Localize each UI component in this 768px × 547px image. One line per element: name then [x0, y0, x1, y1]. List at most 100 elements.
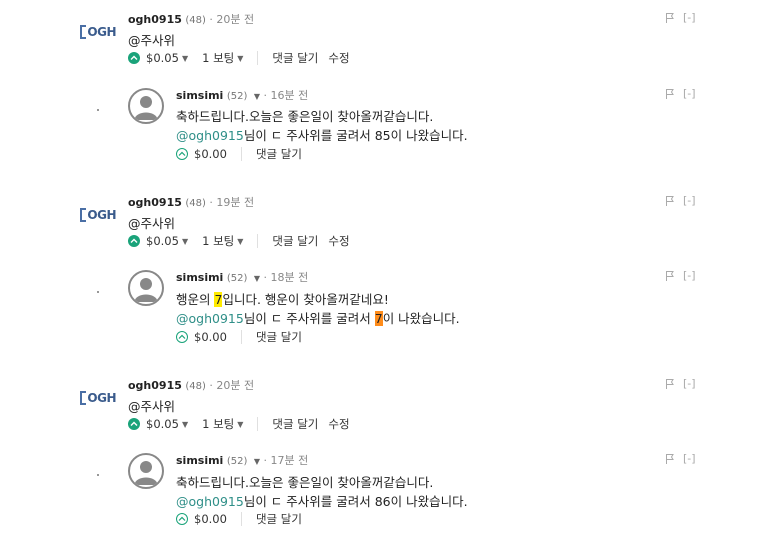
timestamp[interactable]: · 17분 전: [264, 454, 309, 467]
chevron-down-icon[interactable]: ▼: [254, 274, 260, 283]
reply-actions: $0.00 댓글 달기: [176, 329, 302, 345]
timestamp[interactable]: · 20분 전: [209, 13, 254, 26]
chevron-down-icon[interactable]: ▼: [254, 457, 260, 466]
chevron-down-icon[interactable]: ▼: [182, 237, 188, 246]
dice-result: 7: [374, 311, 383, 326]
reply-button[interactable]: 댓글 달기: [272, 416, 318, 432]
reputation: (52): [226, 91, 248, 102]
reply-button[interactable]: 댓글 달기: [272, 233, 318, 249]
vote-count[interactable]: 1 보팅: [202, 416, 234, 432]
edit-button[interactable]: 수정: [328, 416, 349, 432]
mention-link[interactable]: @ogh0915: [176, 128, 244, 143]
reply-body-line: 축하드립니다.오늘은 좋은일이 찾아올꺼같습니다.: [176, 109, 434, 124]
comment-body: @주사위: [128, 399, 176, 414]
upvote-icon[interactable]: [176, 148, 188, 160]
payout-value[interactable]: $0.05: [146, 234, 179, 248]
comment-body: @주사위: [128, 216, 176, 231]
comment-actions: $0.05 ▼ 1 보팅 ▼ 댓글 달기 수정: [128, 233, 350, 249]
user-logo[interactable]: OGH: [80, 389, 116, 407]
reply-button[interactable]: 댓글 달기: [256, 146, 302, 162]
flag-icon[interactable]: [665, 88, 675, 100]
reply-text: 행운의: [176, 292, 215, 307]
avatar[interactable]: [128, 88, 164, 124]
upvote-icon[interactable]: [128, 418, 140, 430]
vote-count[interactable]: 1 보팅: [202, 50, 234, 66]
reply-button[interactable]: 댓글 달기: [256, 511, 302, 527]
username[interactable]: ogh0915: [128, 196, 182, 209]
comment-actions: $0.05 ▼ 1 보팅 ▼ 댓글 달기 수정: [128, 416, 350, 432]
username[interactable]: ogh0915: [128, 13, 182, 26]
divider: [240, 512, 242, 526]
reply-button[interactable]: 댓글 달기: [256, 329, 302, 345]
reply-text: 님이 ㄷ 주사위를 굴려서: [243, 311, 375, 326]
divider: [240, 147, 242, 161]
payout-value[interactable]: $0.00: [194, 147, 227, 161]
flag-icon[interactable]: [665, 270, 675, 282]
logo-text: OGH: [87, 25, 116, 39]
upvote-icon[interactable]: [176, 513, 188, 525]
flag-icon[interactable]: [665, 378, 675, 390]
collapse-button[interactable]: [-]: [683, 377, 696, 390]
user-silhouette-icon: [134, 461, 158, 485]
reply-button[interactable]: 댓글 달기: [272, 50, 318, 66]
edit-button[interactable]: 수정: [328, 50, 349, 66]
payout-value[interactable]: $0.05: [146, 417, 179, 431]
chevron-down-icon[interactable]: ▼: [237, 237, 243, 246]
timestamp[interactable]: · 16분 전: [264, 89, 309, 102]
timestamp[interactable]: · 18분 전: [264, 271, 309, 284]
user-logo[interactable]: OGH: [80, 206, 116, 224]
reputation: (52): [226, 273, 248, 284]
chevron-down-icon[interactable]: ▼: [237, 54, 243, 63]
chevron-down-icon[interactable]: ▼: [182, 54, 188, 63]
flag-icon[interactable]: [665, 453, 675, 465]
divider: [240, 330, 242, 344]
collapse-button[interactable]: [-]: [683, 87, 696, 100]
user-silhouette-icon: [134, 96, 158, 120]
collapse-button[interactable]: [-]: [683, 11, 696, 24]
chevron-down-icon[interactable]: ▼: [237, 420, 243, 429]
comment-meta: ogh0915 (48) · 19분 전: [128, 194, 254, 210]
username[interactable]: simsimi: [176, 89, 223, 102]
username[interactable]: ogh0915: [128, 379, 182, 392]
collapse-button[interactable]: [-]: [683, 194, 696, 207]
username[interactable]: simsimi: [176, 454, 223, 467]
user-logo[interactable]: OGH: [80, 23, 116, 41]
avatar[interactable]: [128, 453, 164, 489]
reply-body-line: 행운의 7입니다. 행운이 찾아올꺼같네요!: [176, 289, 389, 308]
logo-mark-icon: [80, 25, 87, 39]
flag-icon[interactable]: [665, 12, 675, 24]
timestamp[interactable]: · 20분 전: [209, 379, 254, 392]
thread-dot: [97, 109, 99, 111]
flag-icon[interactable]: [665, 195, 675, 207]
reputation: (48): [185, 381, 206, 392]
thread-dot: [97, 291, 99, 293]
vote-count[interactable]: 1 보팅: [202, 233, 234, 249]
collapse-button[interactable]: [-]: [683, 452, 696, 465]
reply-meta: simsimi (52) ▼ · 18분 전: [176, 269, 308, 285]
logo-text: OGH: [87, 208, 116, 222]
comment-meta: ogh0915 (48) · 20분 전: [128, 11, 254, 27]
reply-text: 님이 ㄷ 주사위를 굴려서 86이 나왔습니다.: [243, 494, 468, 509]
reputation: (52): [226, 456, 248, 467]
upvote-icon[interactable]: [128, 52, 140, 64]
username[interactable]: simsimi: [176, 271, 223, 284]
mention-link[interactable]: @ogh0915: [176, 494, 244, 509]
chevron-down-icon[interactable]: ▼: [254, 92, 260, 101]
upvote-icon[interactable]: [128, 235, 140, 247]
upvote-icon[interactable]: [176, 331, 188, 343]
timestamp[interactable]: · 19분 전: [209, 196, 254, 209]
divider: [257, 417, 259, 431]
mention-link[interactable]: @ogh0915: [176, 311, 244, 326]
reputation: (48): [185, 15, 206, 26]
chevron-down-icon[interactable]: ▼: [182, 420, 188, 429]
edit-button[interactable]: 수정: [328, 233, 349, 249]
reply-body-line: @ogh0915님이 ㄷ 주사위를 굴려서 7이 나왔습니다.: [176, 308, 460, 327]
payout-value[interactable]: $0.00: [194, 512, 227, 526]
avatar[interactable]: [128, 270, 164, 306]
payout-value[interactable]: $0.00: [194, 330, 227, 344]
reply-actions: $0.00 댓글 달기: [176, 146, 302, 162]
collapse-button[interactable]: [-]: [683, 269, 696, 282]
divider: [257, 51, 259, 65]
payout-value[interactable]: $0.05: [146, 51, 179, 65]
thread-dot: [97, 474, 99, 476]
